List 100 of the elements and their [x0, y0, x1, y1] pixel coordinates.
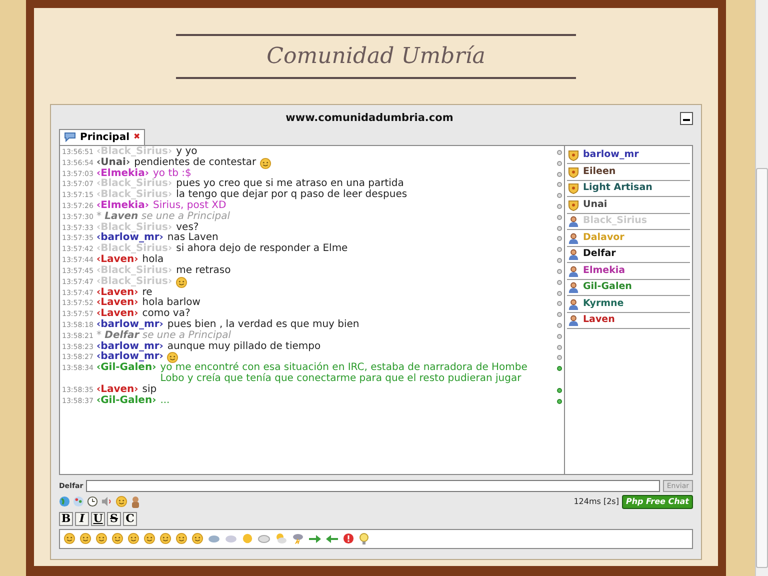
- message-text: yo tb :$: [152, 168, 192, 179]
- user-name[interactable]: Laven: [583, 313, 615, 328]
- person-icon: [568, 266, 579, 276]
- nickname[interactable]: ‹barlow_mr›: [96, 342, 164, 352]
- sun-icon[interactable]: [242, 533, 253, 544]
- left-arrow-icon[interactable]: [326, 534, 338, 543]
- smiley-icon: [64, 533, 75, 544]
- smiley-icon: [192, 533, 203, 544]
- palette-icon[interactable]: [73, 496, 84, 508]
- user-name[interactable]: Unai: [583, 198, 608, 212]
- user-list-item[interactable]: Eileen: [567, 164, 690, 181]
- cloud-icon[interactable]: [208, 534, 220, 544]
- message-text: pendientes de contestar: [134, 158, 256, 168]
- shield-icon: [568, 183, 579, 194]
- message-text: pues yo creo que si me atraso en una partida: [176, 179, 404, 190]
- nickname[interactable]: ‹Unai›: [96, 158, 130, 168]
- user-name[interactable]: Elmekia: [583, 264, 626, 278]
- user-list-item[interactable]: Gil-Galen: [567, 280, 690, 296]
- chat-tab[interactable]: Principal ✖: [59, 128, 146, 145]
- nickname[interactable]: ‹barlow_mr›: [96, 320, 164, 331]
- user-name[interactable]: Light Artisan: [583, 181, 652, 196]
- message-input[interactable]: [86, 480, 660, 492]
- message-text: como va?: [142, 309, 190, 320]
- smiley-icon: [112, 533, 123, 544]
- person-icon: [568, 232, 579, 244]
- nickname[interactable]: ‹Gil-Galen›: [96, 363, 156, 374]
- teddy-bear-icon[interactable]: [130, 496, 141, 508]
- user-name[interactable]: Gil-Galen: [583, 280, 632, 295]
- message-text: Sirius, post XD: [152, 200, 226, 211]
- user-list-item[interactable]: barlow_mr: [567, 148, 690, 164]
- cloud-icon[interactable]: [225, 534, 237, 544]
- smiley-icon: [128, 533, 139, 544]
- message-text: pues bien , la verdad es que muy bien: [167, 320, 360, 330]
- user-list-item[interactable]: Unai: [567, 197, 690, 214]
- scrollbar[interactable]: [755, 0, 768, 576]
- globe-icon[interactable]: [59, 496, 70, 508]
- person-icon: [568, 216, 579, 227]
- format-button[interactable]: S: [107, 512, 121, 526]
- person-icon: [568, 298, 579, 310]
- nickname[interactable]: ‹Gil-Galen›: [96, 396, 156, 406]
- user-name[interactable]: barlow_mr: [583, 148, 639, 163]
- user-list-item[interactable]: Laven: [567, 312, 690, 330]
- site-title: Comunidad Umbría: [266, 42, 486, 70]
- smiley-icon: [80, 533, 91, 544]
- format-button[interactable]: I: [75, 512, 89, 526]
- site-url[interactable]: www.comunidadumbria.com: [59, 111, 680, 127]
- alert-icon[interactable]: [343, 533, 354, 544]
- nickname[interactable]: ‹Laven›: [96, 298, 138, 310]
- nickname[interactable]: ‹Elmekia›: [96, 200, 149, 212]
- speech-bubble-icon: [64, 132, 76, 142]
- close-icon[interactable]: ✖: [134, 131, 140, 144]
- right-arrow-icon[interactable]: [309, 534, 321, 543]
- nickname[interactable]: ‹Elmekia›: [96, 168, 149, 180]
- message-text: aunque muy pillado de tiempo: [167, 342, 321, 352]
- message-text: si ahora dejo de responder a Elme: [176, 244, 348, 255]
- nickname[interactable]: ‹Laven›: [96, 384, 138, 396]
- smiley-icon: [116, 496, 127, 508]
- smiley-icon: [160, 533, 171, 544]
- user-list-item[interactable]: Elmekia: [567, 263, 690, 280]
- format-button[interactable]: B: [59, 512, 73, 526]
- message-text: ...: [160, 396, 170, 406]
- cloud-icon[interactable]: [258, 534, 270, 544]
- nickname[interactable]: ‹Laven›: [96, 288, 138, 298]
- user-name[interactable]: Eileen: [583, 164, 616, 180]
- join-notice: * Laven se une a Principal: [96, 212, 230, 222]
- clock-icon[interactable]: [87, 496, 98, 508]
- user-list-item[interactable]: Light Artisan: [567, 180, 690, 198]
- message-text: sip: [142, 384, 157, 395]
- smiley-icon: [96, 533, 107, 544]
- message-text: ves?: [176, 222, 199, 233]
- smiley-icon: [176, 533, 187, 544]
- format-button[interactable]: C: [123, 512, 137, 526]
- shield-icon: [568, 166, 579, 178]
- ping-text: 124ms [2s]: [574, 496, 619, 508]
- storm-cloud-icon[interactable]: [292, 533, 304, 544]
- format-button[interactable]: U: [91, 512, 105, 526]
- light-bulb-icon[interactable]: [359, 532, 369, 545]
- user-list-item[interactable]: Kyrmne: [567, 296, 690, 313]
- user-list-item[interactable]: Delfar: [567, 246, 690, 264]
- message-text: me retraso: [176, 266, 231, 277]
- message-text: nas Laven: [167, 233, 218, 244]
- minimize-button[interactable]: [680, 112, 693, 126]
- message-text: hola: [142, 254, 164, 265]
- message-text: hola barlow: [142, 298, 200, 308]
- shield-icon: [568, 200, 579, 210]
- shield-icon: [568, 150, 579, 161]
- smiley-icon: [144, 533, 155, 544]
- message-text: la tengo que dejar por q paso de leer despues: [176, 190, 408, 200]
- nickname[interactable]: ‹Laven›: [96, 254, 138, 266]
- nickname[interactable]: ‹barlow_mr›: [96, 352, 164, 364]
- user-name[interactable]: Kyrmne: [583, 296, 624, 312]
- person-icon: [568, 315, 579, 326]
- person-icon: [568, 249, 579, 260]
- message-text: yo me encontré con esa situación en IRC, estaba de narradora de Hombe Lobo y creía que tenía que conectarme para que el resto pudieran jugar: [160, 363, 528, 385]
- message-text: y yo: [176, 146, 198, 157]
- nickname[interactable]: ‹Laven›: [96, 309, 138, 320]
- php-free-chat-badge[interactable]: Php Free Chat: [622, 494, 693, 509]
- sun-cloud-icon[interactable]: [275, 533, 287, 544]
- user-name[interactable]: Delfar: [583, 247, 616, 262]
- nickname[interactable]: ‹barlow_mr›: [96, 233, 164, 244]
